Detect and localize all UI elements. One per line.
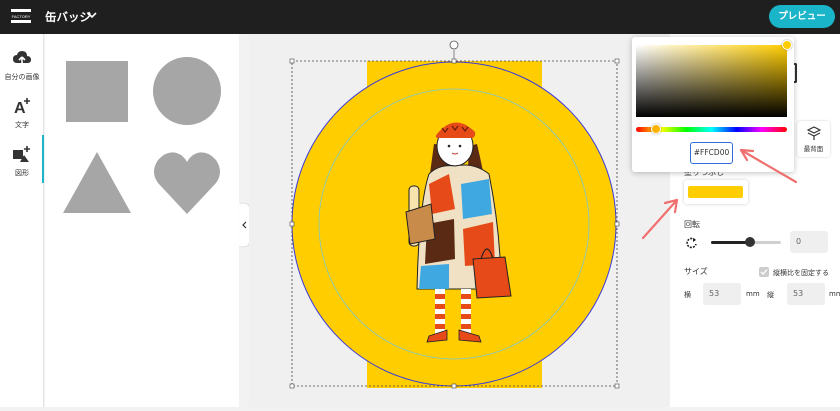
chevron-left-icon [242, 221, 247, 229]
fill-color-swatch [688, 186, 743, 198]
sidebar-item-label: 文字 [15, 121, 29, 129]
hex-color-input[interactable]: #FFCD00 [690, 142, 733, 164]
rotation-slider-knob[interactable] [744, 237, 755, 247]
svg-text:A: A [14, 100, 26, 115]
heart-shape[interactable] [154, 152, 220, 214]
hue-slider-handle[interactable] [650, 124, 661, 134]
width-input[interactable]: 53 [703, 283, 741, 305]
canvas[interactable] [249, 34, 670, 407]
rotation-label: 回転 [684, 220, 700, 229]
lock-ratio-checkbox[interactable] [759, 267, 769, 277]
sidebar-item-label: 自分の画像 [4, 73, 40, 81]
left-nav: 自分の画像 A 文字 図形 [0, 34, 44, 407]
chevron-down-icon[interactable] [87, 11, 97, 19]
sidebar-item-text[interactable]: A 文字 [0, 88, 44, 134]
active-indicator [42, 135, 44, 183]
canvas-area[interactable] [249, 34, 670, 407]
layers-icon [807, 126, 821, 140]
shape-panel [45, 34, 239, 407]
check-icon [760, 269, 768, 275]
height-input[interactable]: 53 [787, 283, 825, 305]
hue-slider[interactable] [636, 124, 787, 134]
fill-color-button[interactable] [684, 180, 748, 204]
text-add-icon: A [14, 98, 30, 115]
shape-grid [63, 57, 221, 214]
rotation-slider[interactable] [711, 237, 781, 247]
color-picker: #FFCD00 [632, 37, 794, 172]
lock-ratio-label: 縦横比を固定する [773, 269, 829, 277]
shapes-add-icon [13, 146, 30, 162]
sidebar-item-shapes[interactable]: 図形 [0, 136, 44, 182]
rotate-icon [686, 237, 697, 249]
sidebar-item-my-images[interactable]: 自分の画像 [0, 40, 44, 86]
saturation-value-handle[interactable] [782, 40, 792, 50]
svg-text:FACTORY: FACTORY [12, 14, 31, 19]
factory-logo: FACTORY [11, 9, 31, 23]
height-unit: mm [829, 290, 840, 298]
rotation-input[interactable]: 0 [790, 231, 828, 253]
width-unit: mm [746, 290, 760, 298]
triangle-shape[interactable] [63, 152, 131, 213]
send-to-back-button[interactable]: 最背面 [797, 121, 830, 157]
preview-button[interactable]: プレビュー [769, 5, 835, 28]
rotation-slider-fill [711, 241, 750, 244]
square-shape[interactable] [66, 61, 128, 122]
sidebar-item-label: 図形 [15, 169, 29, 177]
send-to-back-label: 最背面 [803, 145, 824, 153]
document-title[interactable]: 缶バッジ [45, 9, 91, 25]
circle-shape[interactable] [153, 57, 221, 125]
top-bar: FACTORY 缶バッジ プレビュー [0, 0, 840, 34]
cloud-upload-icon [13, 51, 31, 64]
width-label: 横 [684, 291, 691, 299]
size-label: サイズ [684, 267, 708, 276]
saturation-value-area[interactable] [636, 40, 792, 117]
panel-collapse-handle[interactable] [239, 204, 249, 246]
height-label: 縦 [767, 291, 774, 299]
